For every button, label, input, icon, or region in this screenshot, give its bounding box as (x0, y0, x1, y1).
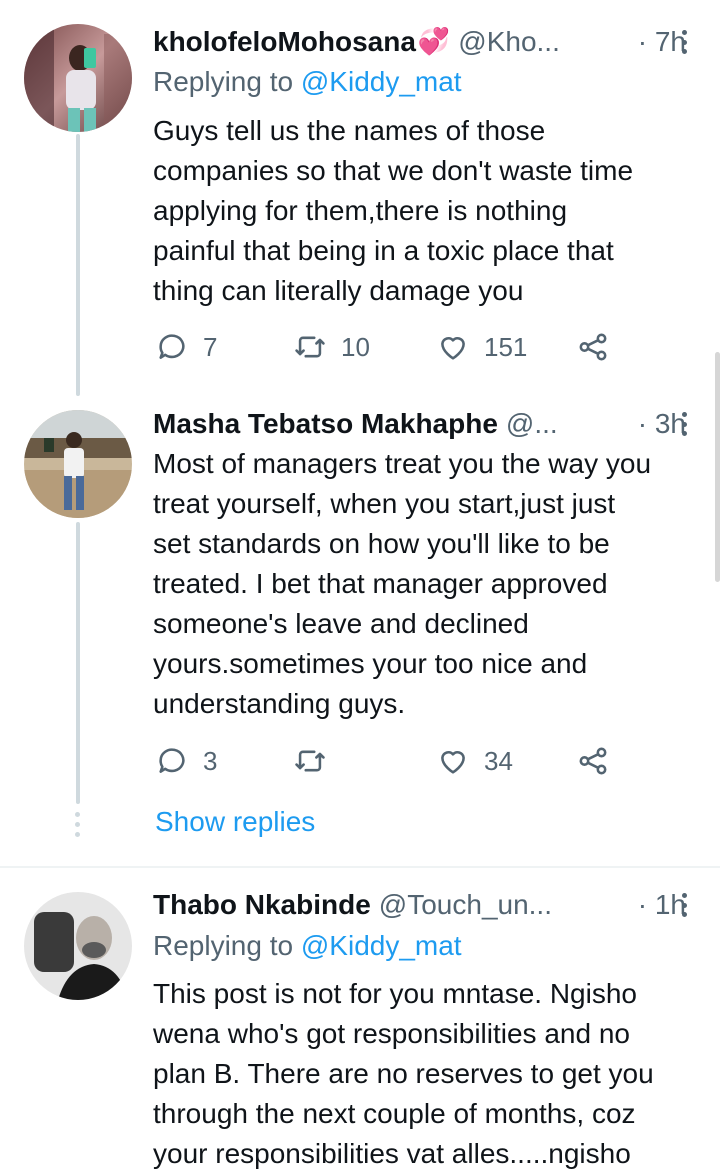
retweet-icon (295, 750, 325, 772)
retweet-button[interactable]: 10 (293, 327, 370, 367)
heart-icon (441, 751, 465, 774)
replying-to: Replying to @Kiddy_mat (153, 930, 462, 962)
vertical-ellipsis-icon[interactable] (682, 893, 688, 917)
vertical-ellipsis-icon[interactable] (682, 412, 688, 436)
display-name[interactable]: Masha Tebatso Makhaphe (153, 408, 498, 440)
replying-to: Replying to @Kiddy_mat (153, 66, 462, 98)
avatar-image (24, 24, 132, 132)
retweet-count: 10 (341, 331, 370, 362)
tweet-text: This post is not for you mntase. Ngisho … (153, 978, 654, 1169)
avatar[interactable] (24, 892, 132, 1000)
share-icon (579, 333, 607, 361)
divider (0, 866, 720, 868)
replying-to-label: Replying to (153, 930, 301, 961)
display-name[interactable]: kholofeloMohosana (153, 26, 416, 58)
replying-to-mention[interactable]: @Kiddy_mat (301, 930, 462, 961)
avatar[interactable] (24, 410, 132, 518)
like-count: 151 (484, 331, 528, 362)
like-button[interactable]: 34 (436, 741, 513, 781)
speech-bubble-icon (159, 748, 185, 773)
tweet-text: Most of managers treat you the way you t… (153, 448, 652, 719)
tweet-actions: 7 10 151 (153, 327, 633, 367)
like-count: 34 (484, 745, 513, 776)
tweet-header: Thabo Nkabinde @Touch_un... · 1h (153, 885, 696, 925)
scrollbar[interactable] (715, 352, 720, 582)
heart-icon (441, 337, 465, 360)
tweet-text: Guys tell us the names of those companie… (153, 115, 634, 306)
reply-count: 7 (203, 331, 218, 362)
like-button[interactable]: 151 (436, 327, 527, 367)
avatar[interactable] (24, 24, 132, 132)
vertical-ellipsis-icon[interactable] (682, 30, 688, 54)
thread-line (76, 134, 80, 396)
share-button[interactable] (576, 327, 610, 367)
speech-bubble-icon (159, 334, 185, 359)
tweet-header: kholofeloMohosana 💞 @Kho... · 7h (153, 22, 696, 62)
reply-count: 3 (203, 745, 218, 776)
reply-button[interactable]: 3 (155, 741, 217, 781)
thread-continuation-dots (75, 812, 81, 837)
replying-to-label: Replying to (153, 66, 301, 97)
tweet-header: Masha Tebatso Makhaphe @... · 3h (153, 404, 696, 444)
user-handle[interactable]: @... (506, 408, 558, 440)
avatar-image (24, 892, 132, 1000)
retweet-icon (295, 336, 325, 358)
share-button[interactable] (576, 741, 610, 781)
show-replies-link[interactable]: Show replies (155, 806, 315, 838)
share-icon (579, 747, 607, 775)
user-handle[interactable]: @Touch_un... (379, 889, 552, 921)
retweet-button[interactable] (293, 741, 327, 781)
display-name[interactable]: Thabo Nkabinde (153, 889, 371, 921)
tweet-actions: 3 34 (153, 741, 633, 781)
thread-line (76, 522, 80, 804)
reply-button[interactable]: 7 (155, 327, 217, 367)
heart-emoji: 💞 (417, 27, 451, 57)
avatar-image (24, 410, 132, 518)
user-handle[interactable]: @Kho... (458, 26, 560, 58)
replying-to-mention[interactable]: @Kiddy_mat (301, 66, 462, 97)
